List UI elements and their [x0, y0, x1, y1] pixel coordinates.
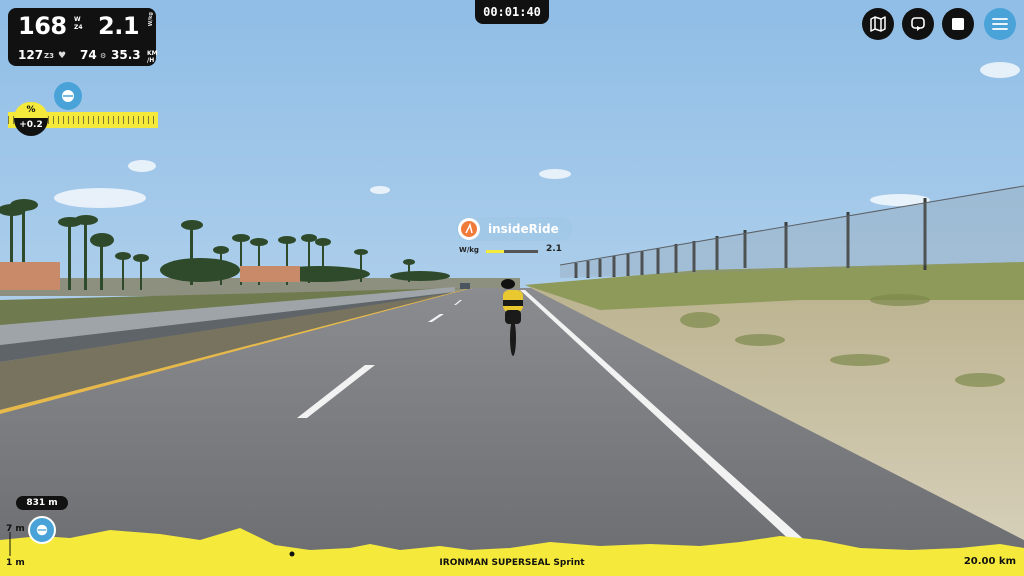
map-button[interactable] — [862, 8, 894, 40]
replay-icon — [911, 17, 925, 31]
cadence-icon: ⚙ — [100, 52, 107, 60]
menu-icon — [992, 18, 1008, 30]
road-scene — [0, 0, 1024, 576]
wkg-value: 2.1 — [98, 12, 140, 40]
speed-value: 35.3 — [111, 48, 141, 62]
map-icon — [870, 16, 886, 32]
hr-zone: Z3 — [44, 52, 54, 60]
cadence-value: 74 — [80, 48, 97, 62]
rider-wkg-value: 2.1 — [546, 244, 562, 254]
gradient-indicator: % +0.2 — [14, 102, 48, 136]
wkg-unit: W/kg — [148, 12, 154, 27]
route-total-distance: 20.00 km — [963, 556, 1016, 567]
insideride-logo-icon — [461, 221, 477, 237]
rider-wkg-label: W/kg — [459, 246, 479, 254]
rider-logo — [458, 218, 480, 240]
rider-name: insideRide — [488, 222, 559, 236]
menu-button[interactable] — [984, 8, 1016, 40]
gradient-value: +0.2 — [19, 120, 43, 130]
profile-position-marker — [28, 516, 56, 544]
replay-button[interactable] — [902, 8, 934, 40]
speed-unit-top: KM — [147, 50, 158, 57]
helmet-icon — [62, 90, 74, 102]
rider-wkg-fill — [486, 250, 505, 253]
power-value: 168 — [18, 12, 67, 40]
ride-stats-panel: 168 W Z4 2.1 W/kg 127 Z3 ♥ 74 ⚙ 35.3 KM … — [8, 8, 158, 66]
rider-name-tag[interactable]: insideRide — [456, 217, 572, 241]
power-unit: W — [74, 16, 81, 23]
route-name: IRONMAN SUPERSEAL Sprint — [439, 558, 585, 568]
speed-unit-bottom: /H — [147, 57, 155, 64]
elapsed-timer: 00:01:40 — [475, 0, 549, 24]
elevation-max-label: 7 m — [6, 524, 25, 534]
current-distance-pill: 831 m — [16, 496, 68, 510]
stop-button[interactable] — [942, 8, 974, 40]
power-zone: Z4 — [74, 24, 83, 31]
heart-icon: ♥ — [58, 51, 67, 61]
helmet-icon — [36, 524, 48, 536]
heart-rate-value: 127 — [18, 48, 44, 62]
stop-icon — [952, 18, 964, 30]
rider-avatar-marker — [54, 82, 82, 110]
